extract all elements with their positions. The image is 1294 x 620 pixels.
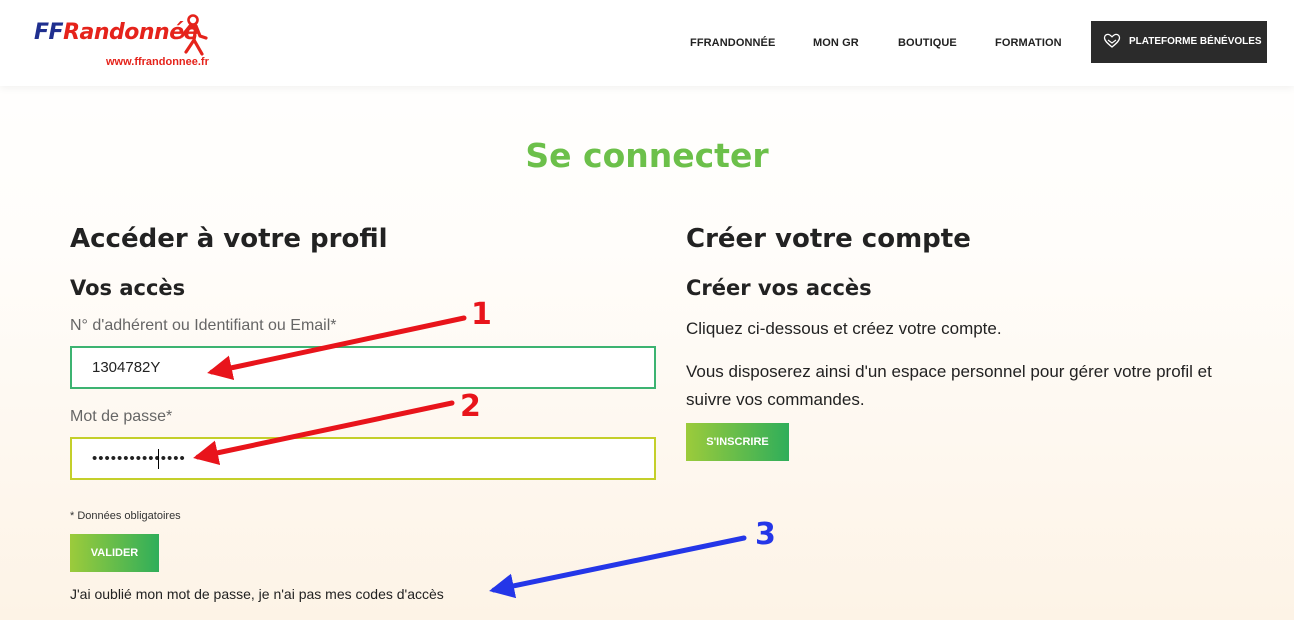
submit-button[interactable]: VALIDER — [70, 534, 159, 572]
page-title: Se connecter — [525, 136, 769, 175]
login-subheading: Vos accès — [70, 276, 186, 300]
text-caret — [158, 449, 159, 469]
heart-hands-icon — [1103, 33, 1121, 48]
nav-item-mon-gr[interactable]: MON GR — [813, 37, 859, 49]
forgot-password-link[interactable]: J'ai oublié mon mot de passe, je n'ai pa… — [70, 586, 444, 602]
site-header: FFRandonnée www.ffrandonnee.fr FFRANDONN… — [0, 0, 1294, 86]
signup-heading: Créer votre compte — [686, 224, 971, 254]
annotation-number-1: 1 — [471, 297, 492, 332]
nav-item-ffrandonnee[interactable]: FFRANDONNÉE — [690, 37, 775, 49]
annotation-number-2: 2 — [460, 389, 481, 424]
volunteer-button-label: PLATEFORME BÉNÉVOLES — [1129, 36, 1262, 47]
annotation-overlay: 1 2 3 — [0, 0, 1294, 620]
required-fields-note: * Données obligatoires — [70, 510, 181, 522]
id-field-label: N° d'adhérent ou Identifiant ou Email* — [70, 317, 337, 334]
annotation-number-3: 3 — [755, 517, 776, 552]
signup-subheading: Créer vos accès — [686, 276, 872, 300]
annotation-arrows — [193, 315, 747, 599]
volunteer-platform-button[interactable]: PLATEFORME BÉNÉVOLES — [1091, 21, 1267, 63]
signup-button[interactable]: S'INSCRIRE — [686, 423, 789, 461]
id-input[interactable] — [70, 346, 656, 389]
signup-text-2: Vous disposerez ainsi d'un espace person… — [686, 362, 1212, 409]
login-heading: Accéder à votre profil — [70, 224, 388, 254]
password-field-label: Mot de passe* — [70, 408, 173, 425]
nav-item-boutique[interactable]: BOUTIQUE — [898, 37, 957, 49]
nav-item-formation[interactable]: FORMATION — [995, 37, 1062, 49]
annotation-arrow-3 — [489, 535, 747, 599]
main-nav: FFRANDONNÉE MON GR BOUTIQUE FORMATION PL… — [0, 0, 1294, 86]
signup-text-1: Cliquez ci-dessous et créez votre compte… — [686, 319, 1002, 338]
